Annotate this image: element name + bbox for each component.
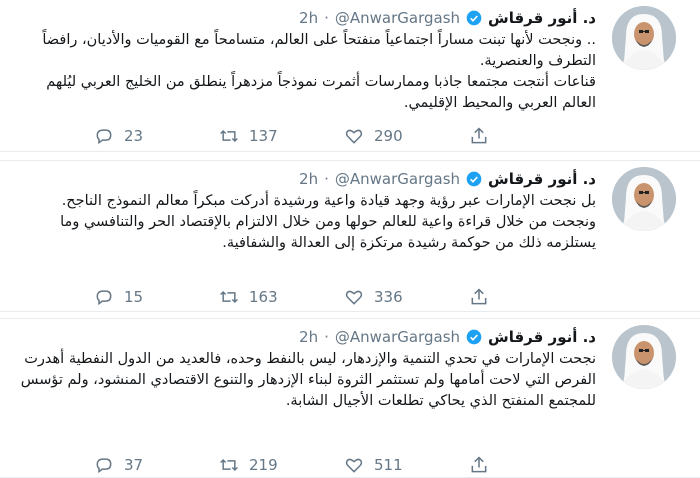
share-button[interactable] xyxy=(469,455,594,475)
retweet-icon xyxy=(220,129,238,143)
reply-button[interactable]: 37 xyxy=(94,455,219,475)
reply-icon xyxy=(96,290,112,306)
tweet-paragraph: نجحت الإمارات في تحدي التنمية والإزدهار،… xyxy=(20,351,596,409)
retweet-icon xyxy=(220,290,238,304)
share-icon xyxy=(471,127,487,144)
reply-icon xyxy=(96,458,112,474)
tweet[interactable]: د. أنور قرقاش @AnwarGargash · 2h .. ونجح… xyxy=(0,0,700,152)
retweet-button[interactable]: 163 xyxy=(219,287,344,307)
author-name[interactable]: د. أنور قرقاش xyxy=(488,170,596,188)
retweet-button[interactable]: 137 xyxy=(219,126,344,146)
tweet-actions: 23 137 290 xyxy=(94,124,594,148)
author-handle[interactable]: @AnwarGargash xyxy=(335,328,460,346)
timestamp[interactable]: 2h xyxy=(299,170,318,188)
avatar[interactable] xyxy=(612,6,676,70)
tweet-text: .. ونجحت لأنها تبنت مساراً اجتماعياً منف… xyxy=(14,30,596,114)
separator-dot: · xyxy=(324,9,329,27)
like-button[interactable]: 290 xyxy=(344,126,469,146)
author-name[interactable]: د. أنور قرقاش xyxy=(488,328,596,346)
share-icon xyxy=(471,456,487,473)
like-count: 336 xyxy=(374,288,403,306)
reply-button[interactable]: 15 xyxy=(94,287,219,307)
like-icon xyxy=(345,458,363,473)
tweet-header: د. أنور قرقاش @AnwarGargash · 2h xyxy=(299,6,596,30)
tweet-header: د. أنور قرقاش @AnwarGargash · 2h xyxy=(299,167,596,191)
like-count: 511 xyxy=(374,456,403,474)
retweet-icon xyxy=(220,458,238,472)
verified-badge-icon xyxy=(466,329,482,345)
share-icon xyxy=(471,288,487,305)
like-count: 290 xyxy=(374,127,403,145)
tweet[interactable]: د. أنور قرقاش @AnwarGargash · 2h نجحت ال… xyxy=(0,318,700,478)
retweet-count: 219 xyxy=(249,456,278,474)
retweet-button[interactable]: 219 xyxy=(219,455,344,475)
like-button[interactable]: 511 xyxy=(344,455,469,475)
tweet-header: د. أنور قرقاش @AnwarGargash · 2h xyxy=(299,325,596,349)
reply-count: 23 xyxy=(124,127,144,145)
reply-count: 37 xyxy=(124,456,144,474)
timestamp[interactable]: 2h xyxy=(299,328,318,346)
retweet-count: 137 xyxy=(249,127,278,145)
tweet-feed: د. أنور قرقاش @AnwarGargash · 2h .. ونجح… xyxy=(0,0,700,478)
tweet-text: نجحت الإمارات في تحدي التنمية والإزدهار،… xyxy=(14,349,596,412)
separator-dot: · xyxy=(324,170,329,188)
avatar[interactable] xyxy=(612,167,676,231)
reply-count: 15 xyxy=(124,288,144,306)
tweet-actions: 37 219 511 xyxy=(94,453,594,477)
author-handle[interactable]: @AnwarGargash xyxy=(335,170,460,188)
tweet-paragraph: قناعات أنتجت مجتمعا جاذبا وممارسات أثمرت… xyxy=(46,74,596,111)
like-icon xyxy=(345,129,363,144)
separator-dot: · xyxy=(324,328,329,346)
share-button[interactable] xyxy=(469,287,594,307)
avatar[interactable] xyxy=(612,325,676,389)
tweet-paragraph: .. ونجحت لأنها تبنت مساراً اجتماعياً منف… xyxy=(42,32,596,69)
timestamp[interactable]: 2h xyxy=(299,9,318,27)
author-name[interactable]: د. أنور قرقاش xyxy=(488,9,596,27)
verified-badge-icon xyxy=(466,10,482,26)
tweet-text: بل نجحت الإمارات عبر رؤية وجهد قيادة واع… xyxy=(14,191,596,254)
verified-badge-icon xyxy=(466,171,482,187)
tweet[interactable]: د. أنور قرقاش @AnwarGargash · 2h بل نجحت… xyxy=(0,160,700,312)
like-button[interactable]: 336 xyxy=(344,287,469,307)
share-button[interactable] xyxy=(469,126,594,146)
reply-icon xyxy=(96,129,112,145)
retweet-count: 163 xyxy=(249,288,278,306)
reply-button[interactable]: 23 xyxy=(94,126,219,146)
tweet-actions: 15 163 336 xyxy=(94,285,594,309)
tweet-paragraph: بل نجحت الإمارات عبر رؤية وجهد قيادة واع… xyxy=(60,193,596,251)
like-icon xyxy=(345,290,363,305)
author-handle[interactable]: @AnwarGargash xyxy=(335,9,460,27)
